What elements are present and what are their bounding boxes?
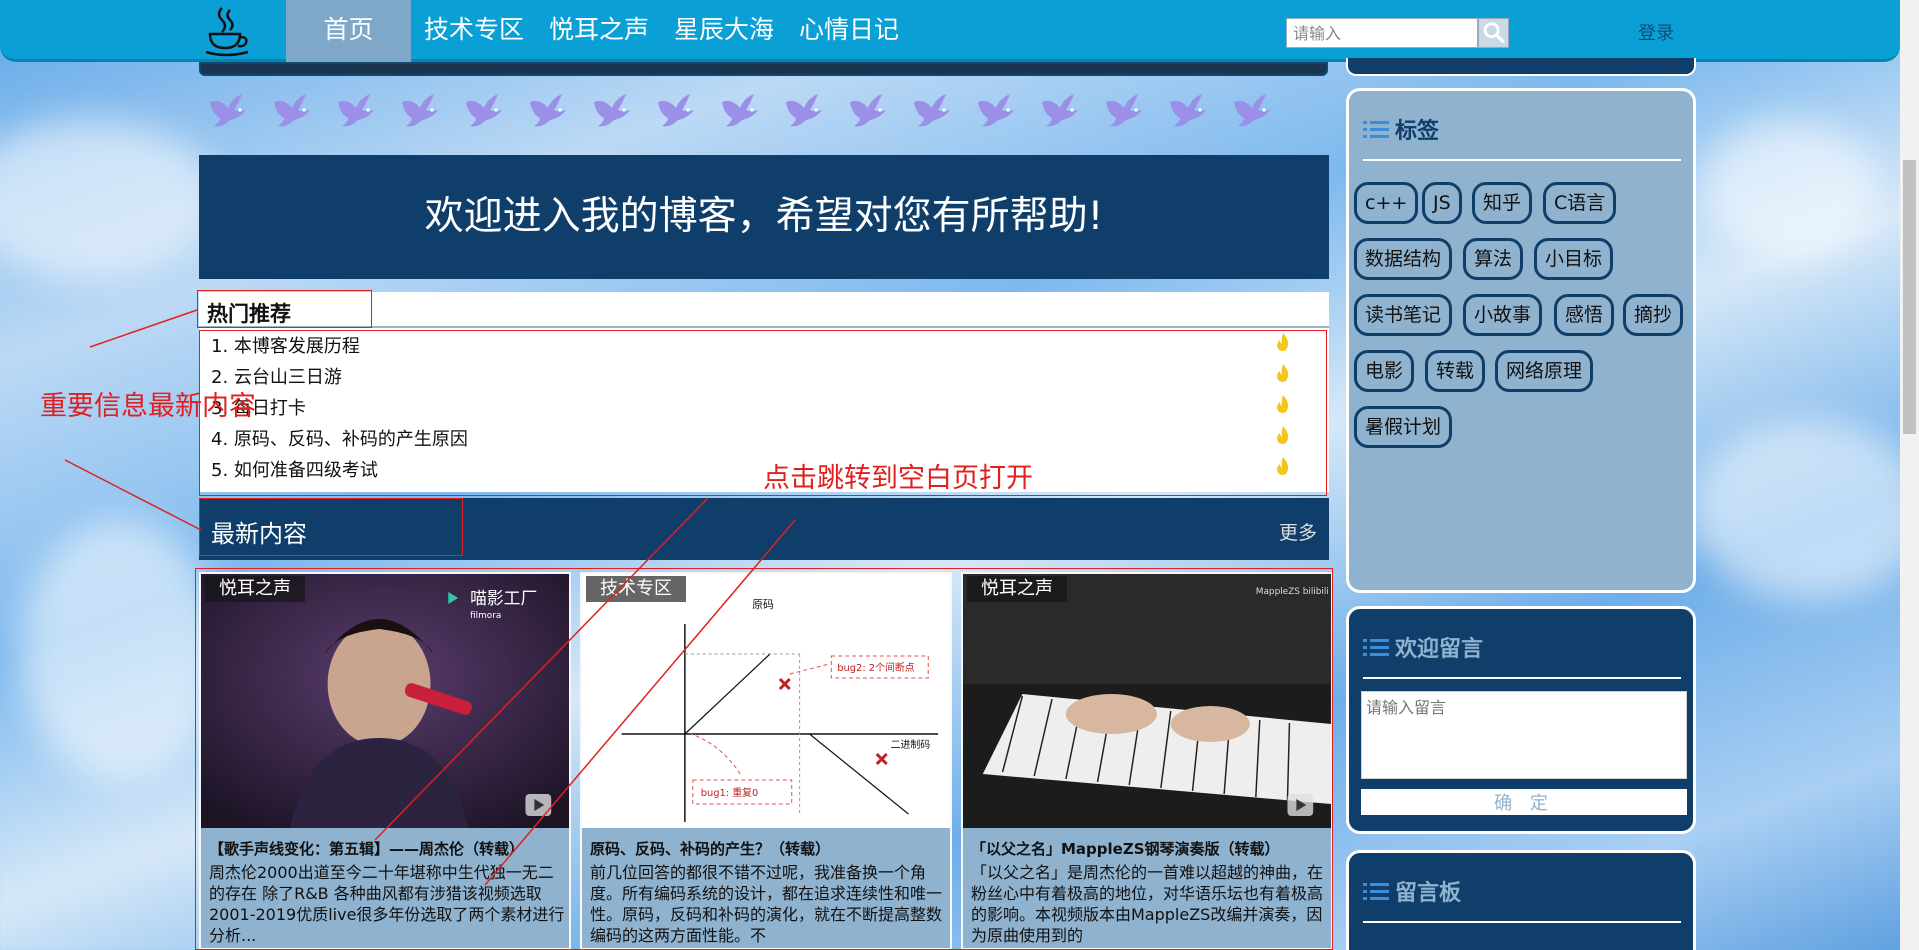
search-input[interactable] [1286, 18, 1478, 48]
sidebar-top-edge [1346, 58, 1696, 76]
bird-icon [914, 94, 950, 127]
nav-item-music[interactable]: 悦耳之声 [543, 0, 655, 62]
message-title-label: 欢迎留言 [1395, 637, 1484, 662]
tag-js[interactable]: JS [1422, 182, 1462, 224]
scrollbar-thumb[interactable] [1903, 160, 1916, 434]
tag-repost[interactable]: 转载 [1425, 350, 1486, 392]
submit-message-button[interactable]: 确 定 [1361, 789, 1687, 815]
top-navbar: 首页 技术专区 悦耳之声 星辰大海 心情日记 登录 [0, 0, 1900, 62]
login-link[interactable]: 登录 [1638, 19, 1674, 45]
message-panel: 欢迎留言 确 定 [1346, 606, 1696, 834]
background-cloud [1690, 420, 1919, 600]
bird-icon [1170, 94, 1206, 127]
search-button[interactable] [1478, 18, 1509, 48]
board-title-label: 留言板 [1395, 881, 1462, 906]
list-icon [1363, 121, 1389, 138]
bird-icon [722, 94, 758, 127]
tags-panel: 标签 c++ JS 知乎 C语言 数据结构 算法 小目标 读书笔记 小故事 感悟… [1346, 88, 1696, 593]
annotation-box-cards [195, 568, 1333, 950]
tags-title-label: 标签 [1395, 119, 1440, 144]
divider [1363, 921, 1681, 923]
message-title: 欢迎留言 [1363, 631, 1483, 663]
bird-icon [1234, 94, 1270, 127]
bird-icon [274, 94, 310, 127]
bird-icon [210, 94, 246, 127]
bird-icon [530, 94, 566, 127]
background-cloud [1700, 120, 1880, 260]
tags-title: 标签 [1363, 113, 1439, 145]
divider [1363, 159, 1681, 161]
scrollbar-track[interactable] [1900, 0, 1919, 950]
tag-zhihu[interactable]: 知乎 [1472, 182, 1533, 224]
annotation-label-right: 点击跳转到空白页打开 [763, 463, 1033, 494]
message-board-panel: 留言板 [1346, 850, 1696, 950]
background-cloud [0, 120, 220, 280]
more-link[interactable]: 更多 [1279, 518, 1317, 545]
tag-insight[interactable]: 感悟 [1554, 294, 1615, 336]
annotation-box-latest-title [199, 498, 463, 556]
nav-item-home[interactable]: 首页 [286, 0, 411, 62]
search-icon [1483, 22, 1505, 44]
bird-icon [338, 94, 374, 127]
tag-algorithm[interactable]: 算法 [1463, 238, 1524, 280]
list-icon [1363, 639, 1389, 656]
bird-icon [850, 94, 886, 127]
nav-item-tech[interactable]: 技术专区 [418, 0, 530, 62]
tag-cpp[interactable]: c++ [1354, 182, 1419, 224]
bird-icon [978, 94, 1014, 127]
tag-reading-notes[interactable]: 读书笔记 [1354, 294, 1453, 336]
tag-small-goal[interactable]: 小目标 [1534, 238, 1614, 280]
bird-decoration-row [206, 88, 1274, 136]
nav-item-diary[interactable]: 心情日记 [793, 0, 905, 62]
board-title: 留言板 [1363, 875, 1461, 907]
annotation-box-hot-title [197, 290, 372, 328]
tag-network[interactable]: 网络原理 [1495, 350, 1594, 392]
tag-data-structure[interactable]: 数据结构 [1354, 238, 1453, 280]
bird-icon [466, 94, 502, 127]
tag-c-language[interactable]: C语言 [1543, 182, 1617, 224]
welcome-banner: 欢迎进入我的博客，希望对您有所帮助! [199, 155, 1329, 279]
message-textarea[interactable] [1361, 691, 1687, 779]
nav-item-stars[interactable]: 星辰大海 [668, 0, 780, 62]
tag-excerpt[interactable]: 摘抄 [1623, 294, 1684, 336]
bird-icon [1042, 94, 1078, 127]
tag-movie[interactable]: 电影 [1354, 350, 1415, 392]
tag-short-story[interactable]: 小故事 [1463, 294, 1543, 336]
bird-icon [594, 94, 630, 127]
tag-summer-plan[interactable]: 暑假计划 [1354, 406, 1453, 448]
bird-icon [658, 94, 694, 127]
coffee-cup-logo-icon[interactable] [200, 4, 254, 58]
divider [1363, 677, 1681, 679]
bird-icon [402, 94, 438, 127]
annotation-label-left: 重要信息最新内容 [40, 391, 256, 422]
list-icon [1363, 883, 1389, 900]
banner-image-edge [199, 62, 1328, 76]
bird-icon [786, 94, 822, 127]
bird-icon [1106, 94, 1142, 127]
background-cloud [20, 520, 220, 780]
